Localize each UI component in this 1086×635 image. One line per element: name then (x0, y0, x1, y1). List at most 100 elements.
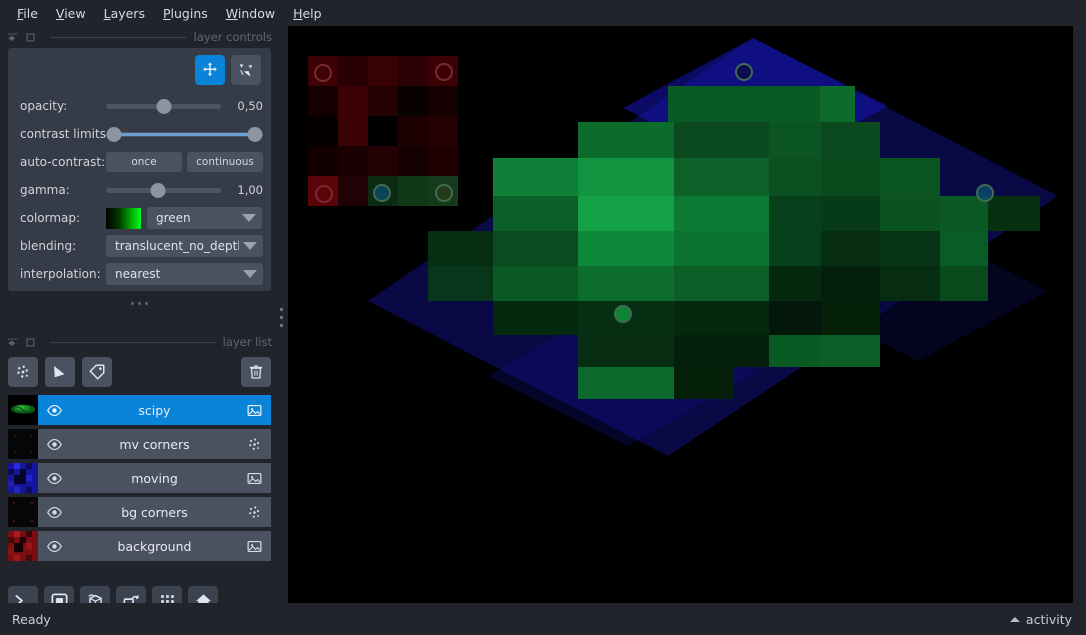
contrast-limits-slider[interactable] (106, 125, 263, 143)
dock-title-rule (50, 36, 186, 38)
layer-thumbnail (8, 531, 38, 561)
image-layer-icon (247, 540, 262, 552)
new-shapes-layer-button[interactable] (45, 357, 75, 387)
visibility-eye-icon[interactable] (46, 538, 63, 555)
contrast-limits-high-handle[interactable] (247, 126, 263, 142)
layer-thumbnail (8, 497, 38, 527)
points-layer-icon (249, 437, 260, 450)
gamma-row: gamma: 1,00 (8, 176, 271, 204)
menu-item-layers[interactable]: Layers (95, 3, 154, 24)
opacity-slider[interactable] (106, 97, 221, 115)
trash-icon (250, 365, 262, 379)
layer-row-bg-corners[interactable]: bg corners (8, 497, 271, 527)
status-message: Ready (12, 611, 51, 627)
visibility-eye-icon[interactable] (46, 402, 63, 419)
contrast-limits-low-handle[interactable] (106, 126, 122, 142)
blending-combobox[interactable]: translucent_no_depth (106, 235, 263, 257)
gamma-slider-handle[interactable] (150, 182, 166, 198)
menu-item-view[interactable]: View (47, 3, 95, 24)
gamma-label: gamma: (20, 183, 70, 197)
activity-button[interactable]: activity (1009, 612, 1072, 627)
layer-name: background (117, 538, 192, 554)
layer-row-scipy[interactable]: scipy (8, 395, 271, 425)
layer-list-label: layer list (222, 335, 272, 349)
new-labels-layer-button[interactable] (82, 357, 112, 387)
blending-value: translucent_no_depth (115, 239, 239, 253)
layer-controls-dock-title: layer controls (0, 26, 280, 48)
close-dock-icon[interactable] (24, 336, 37, 349)
panel-resize-handle[interactable] (8, 302, 271, 305)
layer-thumbnail (8, 395, 38, 425)
new-points-layer-button[interactable] (8, 357, 38, 387)
status-bar: Ready activity (0, 603, 1086, 635)
colormap-label: colormap: (20, 211, 81, 225)
opacity-label: opacity: (20, 99, 68, 113)
chevron-down-icon (242, 214, 256, 222)
transform-icon (240, 64, 252, 77)
transform-mode-button[interactable] (231, 55, 261, 85)
image-layer-icon (247, 472, 262, 484)
gamma-slider[interactable] (106, 181, 221, 199)
gamma-value: 1,00 (237, 183, 263, 197)
panel-splitter-handle[interactable] (277, 303, 285, 331)
visibility-eye-icon[interactable] (46, 436, 63, 453)
float-dock-icon[interactable] (6, 31, 19, 44)
layer-controls-label: layer controls (193, 30, 272, 44)
layer-name: mv corners (119, 436, 190, 452)
layer-list: scipy mv corners moving bg corners backg… (8, 395, 271, 565)
layer-controls-panel: opacity: 0,50 contrast limits: auto-cont… (8, 48, 271, 305)
menu-item-plugins[interactable]: Plugins (154, 3, 217, 24)
layer-list-area: layer list scipy mv corners moving bg co… (0, 331, 280, 603)
interpolation-combobox[interactable]: nearest (106, 263, 263, 285)
layer-name: scipy (138, 402, 171, 418)
auto-contrast-continuous-button[interactable]: continuous (187, 152, 263, 172)
blending-label: blending: (20, 239, 77, 253)
colormap-combobox[interactable]: green (147, 207, 262, 229)
layer-control-rows: opacity: 0,50 contrast limits: auto-cont… (8, 92, 271, 288)
image-layer-icon (247, 404, 262, 416)
move-icon (203, 62, 217, 76)
layer-thumbnail (8, 429, 38, 459)
layer-row-background[interactable]: background (8, 531, 271, 561)
layer-name: bg corners (121, 504, 188, 520)
contrast-limits-label: contrast limits: (20, 127, 110, 141)
menu-item-window[interactable]: Window (217, 3, 284, 24)
auto-contrast-once-button[interactable]: once (106, 152, 182, 172)
layer-mode-buttons (195, 55, 261, 85)
float-dock-icon[interactable] (6, 336, 19, 349)
chevron-down-icon (243, 270, 257, 278)
colormap-value: green (156, 211, 191, 225)
napari-main-window: File View Layers Plugins Window Help layer co… (0, 0, 1086, 635)
background-layer-render (308, 56, 458, 206)
points-layer-icon (249, 505, 260, 518)
menu-item-help[interactable]: Help (284, 3, 331, 24)
chevron-down-icon (243, 242, 257, 250)
auto-contrast-row: auto-contrast: once continuous (8, 148, 271, 176)
layer-row-moving[interactable]: moving (8, 463, 271, 493)
pan-zoom-mode-button[interactable] (195, 55, 225, 85)
close-dock-icon[interactable] (24, 31, 37, 44)
opacity-value: 0,50 (237, 99, 263, 113)
layer-row-mv-corners[interactable]: mv corners (8, 429, 271, 459)
layer-buttons-toolbar (8, 357, 271, 387)
labels-icon (89, 364, 105, 380)
delete-layer-button[interactable] (241, 357, 271, 387)
left-dock-column: layer controls opacity: 0,50 contrast li… (0, 26, 280, 616)
layer-list-dock-title: layer list (0, 331, 280, 353)
contrast-limits-fill (110, 132, 259, 136)
interpolation-value: nearest (115, 267, 161, 281)
interpolation-row: interpolation: nearest (8, 260, 271, 288)
colormap-row: colormap: green (8, 204, 271, 232)
interpolation-label: interpolation: (20, 267, 101, 281)
auto-contrast-label: auto-contrast: (20, 155, 106, 169)
visibility-eye-icon[interactable] (46, 504, 63, 521)
blending-row: blending: translucent_no_depth (8, 232, 271, 260)
points-icon (17, 365, 28, 378)
colormap-swatch (106, 207, 141, 229)
menu-item-file[interactable]: File (8, 3, 47, 24)
caret-up-icon (1009, 616, 1020, 622)
opacity-slider-handle[interactable] (156, 98, 171, 114)
visibility-eye-icon[interactable] (46, 470, 63, 487)
viewer-canvas[interactable] (288, 26, 1073, 603)
dock-title-rule (50, 341, 215, 343)
